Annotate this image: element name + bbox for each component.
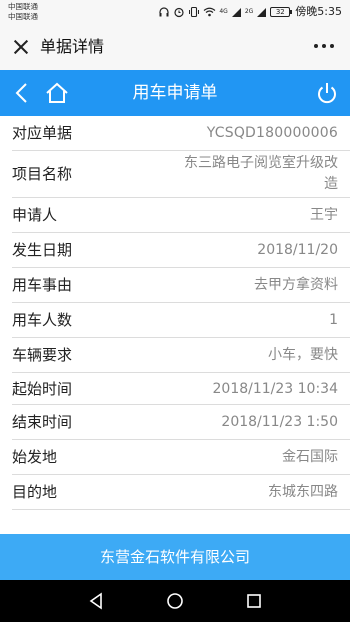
company-name: 东营金石软件有限公司 xyxy=(99,548,250,566)
clock: 傍晚5:35 xyxy=(295,5,342,18)
nav-bar: 用车申请单 xyxy=(0,70,350,116)
row-label: 目的地 xyxy=(12,483,58,501)
row-label: 对应单据 xyxy=(12,124,73,142)
close-icon[interactable] xyxy=(10,36,32,58)
row-label: 结束时间 xyxy=(12,413,73,431)
form-content: 对应单据 YCSQD180000006 项目名称 东三路电子阅览室升级改造 申请… xyxy=(0,116,350,534)
square-recent-icon[interactable] xyxy=(244,591,264,611)
form-row-destination: 目的地 东城东四路 xyxy=(12,475,350,510)
wifi-icon xyxy=(203,7,216,17)
triangle-back-icon[interactable] xyxy=(86,591,106,611)
form-row-vehicle: 车辆要求 小车，要快 xyxy=(12,338,350,373)
row-value: 金石国际 xyxy=(282,449,338,465)
row-label: 发生日期 xyxy=(12,241,73,259)
status-icons: 4G 2G 32 傍晚5:35 xyxy=(158,4,342,20)
form-row-end-time: 结束时间 2018/11/23 1:50 xyxy=(12,405,350,440)
row-value: YCSQD180000006 xyxy=(206,125,338,141)
row-value: 王宇 xyxy=(310,207,338,223)
row-label: 项目名称 xyxy=(12,165,73,183)
battery-icon: 32 xyxy=(270,7,293,17)
row-label: 用车事由 xyxy=(12,276,73,294)
chevron-left-icon[interactable] xyxy=(10,80,36,106)
app-header: 单据详情 xyxy=(0,24,350,70)
form-row-applicant: 申请人 王宇 xyxy=(12,198,350,233)
row-value: 2018/11/23 1:50 xyxy=(221,414,338,430)
carrier-2: 中国联通 xyxy=(8,12,38,21)
form-row-passengers: 用车人数 1 xyxy=(12,303,350,338)
headset-icon xyxy=(159,7,169,17)
row-value: 去甲方拿资料 xyxy=(254,277,338,293)
system-nav-bar xyxy=(0,580,350,622)
row-label: 申请人 xyxy=(12,206,58,224)
row-value: 1 xyxy=(329,312,338,328)
form-row-origin: 始发地 金石国际 xyxy=(12,440,350,475)
more-dot xyxy=(314,44,318,48)
carrier-1: 中国联通 xyxy=(8,2,38,11)
vibrate-icon xyxy=(189,6,200,18)
status-bar: 中国联通 中国联通 4G 2G 32 傍晚5:35 xyxy=(0,0,350,24)
alarm-icon xyxy=(174,7,184,18)
more-dot xyxy=(330,44,334,48)
page-title: 单据详情 xyxy=(40,37,105,56)
form-row-document: 对应单据 YCSQD180000006 xyxy=(12,116,350,151)
signal-2g-label: 2G xyxy=(244,8,254,15)
row-label: 起始时间 xyxy=(12,380,73,398)
footer-bar: 东营金石软件有限公司 xyxy=(0,534,350,580)
signal-4g-label: 4G xyxy=(219,8,228,15)
row-label: 车辆要求 xyxy=(12,346,73,364)
signal-2g-icon xyxy=(257,8,267,17)
form-row-project: 项目名称 东三路电子阅览室升级改造 xyxy=(12,151,350,198)
row-value: 2018/11/20 xyxy=(257,242,338,258)
form-row-start-time: 起始时间 2018/11/23 10:34 xyxy=(12,373,350,405)
row-label: 用车人数 xyxy=(12,311,73,329)
more-dot xyxy=(322,44,326,48)
row-label: 始发地 xyxy=(12,448,58,466)
row-value: 东三路电子阅览室升级改造 xyxy=(184,155,338,192)
row-value: 小车，要快 xyxy=(268,347,338,363)
circle-home-icon[interactable] xyxy=(165,591,185,611)
form-row-reason: 用车事由 去甲方拿资料 xyxy=(12,268,350,303)
more-icon[interactable] xyxy=(314,44,334,48)
power-icon[interactable] xyxy=(314,80,340,106)
row-value: 东城东四路 xyxy=(268,484,338,500)
home-icon[interactable] xyxy=(44,80,70,106)
row-value: 2018/11/23 10:34 xyxy=(212,381,339,397)
form-row-date: 发生日期 2018/11/20 xyxy=(12,233,350,268)
signal-4g-icon xyxy=(231,8,241,17)
